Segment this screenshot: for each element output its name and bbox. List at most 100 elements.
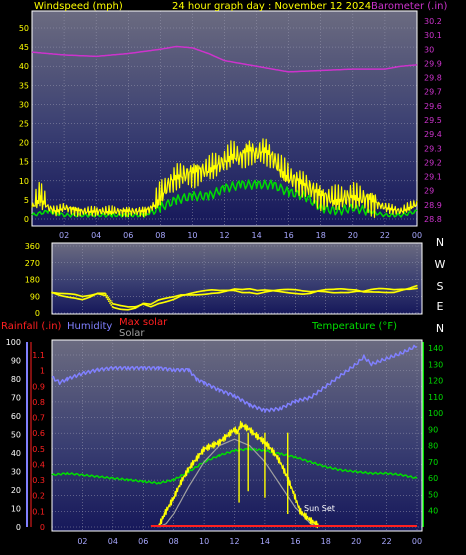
x-tick-label: 20 — [351, 537, 361, 546]
rainfall-tick-label: 0.7 — [32, 414, 45, 423]
x-tick-label: 20 — [348, 231, 358, 240]
wind-tick-label: 0 — [24, 215, 29, 224]
temperature-tick-label: 80 — [428, 442, 438, 451]
rainfall-tick-label: 0.8 — [32, 398, 45, 407]
wind-tick-label: 35 — [19, 81, 29, 90]
direction-point — [110, 304, 113, 306]
sunset-annotation: Sun Set — [304, 504, 335, 513]
rainfall-tick-label: 0.1 — [32, 507, 45, 516]
barometer-tick-label: 30.1 — [424, 31, 442, 40]
wind-tick-label: 25 — [19, 120, 29, 129]
chart-title: 24 hour graph day : November 12 2024 — [172, 1, 371, 12]
direction-tick-label: 270 — [25, 259, 40, 268]
x-tick-label: 08 — [155, 231, 165, 240]
x-tick-label: 02 — [59, 231, 69, 240]
direction-point — [105, 296, 108, 299]
direction-tick-label: 180 — [25, 276, 40, 285]
direction-point — [107, 296, 110, 299]
max-solar-label: Max solar — [119, 317, 168, 328]
rainfall-tick-label: 0.6 — [32, 429, 45, 438]
x-tick-label: 12 — [219, 231, 229, 240]
direction-point — [106, 294, 108, 297]
temperature-tick-label: 110 — [428, 393, 443, 402]
humidity-tick-label: 80 — [11, 375, 21, 384]
x-tick-label: 04 — [91, 231, 101, 240]
direction-point — [108, 298, 111, 300]
barometer-tick-label: 29.5 — [424, 116, 442, 125]
barometer-tick-label: 29.8 — [424, 74, 442, 83]
barometer-tick-label: 29.3 — [424, 144, 442, 153]
humidity-tick-label: 10 — [11, 505, 21, 514]
x-tick-label: 22 — [380, 231, 390, 240]
wind-tick-label: 15 — [19, 158, 29, 167]
barometer-tick-label: 28.8 — [424, 215, 442, 224]
barometer-tick-label: 29.4 — [424, 130, 442, 139]
direction-tick-label: 360 — [25, 242, 40, 251]
humidity-tick-label: 70 — [11, 394, 21, 403]
x-tick-label: 14 — [251, 231, 261, 240]
wind-tick-label: 45 — [19, 43, 29, 52]
wind-tick-label: 40 — [19, 62, 29, 71]
barometer-tick-label: 29.9 — [424, 59, 442, 68]
temperature-tick-label: 130 — [428, 360, 443, 369]
x-tick-label: 10 — [199, 537, 209, 546]
compass-label: S — [437, 280, 444, 293]
x-tick-label: 18 — [316, 231, 326, 240]
barometer-tick-label: 28.9 — [424, 201, 442, 210]
rainfall-tick-label: 0.9 — [32, 382, 45, 391]
rainfall-tick-label: 0 — [40, 523, 45, 532]
wind-tick-label: 10 — [19, 177, 29, 186]
direction-point — [109, 300, 112, 302]
rainfall-tick-label: 0.3 — [32, 476, 45, 485]
rainfall-axis-label: Rainfall (.in) — [1, 321, 62, 332]
barometer-tick-label: 30 — [424, 45, 434, 54]
direction-point — [109, 302, 111, 304]
x-tick-label: 18 — [321, 537, 331, 546]
direction-point — [104, 294, 107, 297]
x-tick-label: 04 — [108, 537, 118, 546]
x-tick-label: 06 — [123, 231, 133, 240]
direction-point — [108, 300, 110, 302]
temperature-tick-label: 90 — [428, 425, 438, 434]
x-tick-label: 02 — [77, 537, 87, 546]
wind-tick-label: 30 — [19, 100, 29, 109]
barometer-tick-label: 29.7 — [424, 88, 442, 97]
wind-tick-label: 50 — [19, 24, 29, 33]
windspeed-axis-label: Windspeed (mph) — [34, 1, 123, 12]
barometer-tick-label: 29.1 — [424, 173, 442, 182]
humidity-tick-label: 100 — [6, 338, 21, 347]
direction-tick-label: 0 — [35, 309, 40, 318]
humidity-tick-label: 50 — [11, 431, 21, 440]
x-tick-label: 00 — [412, 537, 422, 546]
humidity-axis-label: Humidity — [67, 321, 112, 332]
compass-label: E — [437, 300, 444, 313]
temperature-tick-label: 120 — [428, 377, 443, 386]
direction-point — [105, 293, 107, 295]
barometer-axis-label: Barometer (.in) — [371, 1, 447, 12]
barometer-tick-label: 30.2 — [424, 17, 442, 26]
temperature-tick-label: 100 — [428, 409, 443, 418]
rainfall-tick-label: 0.4 — [32, 460, 45, 469]
humidity-tick-label: 30 — [11, 468, 21, 477]
compass-label: W — [435, 258, 446, 271]
humidity-tick-label: 40 — [11, 449, 21, 458]
rainfall-tick-label: 1 — [40, 367, 45, 376]
x-tick-label: 22 — [381, 537, 391, 546]
temperature-tick-label: 50 — [428, 490, 438, 499]
direction-point — [106, 298, 109, 301]
humidity-tick-label: 90 — [11, 357, 21, 366]
x-tick-label: 16 — [284, 231, 294, 240]
rainfall-tick-label: 1.1 — [32, 351, 45, 360]
x-tick-label: 16 — [290, 537, 300, 546]
direction-panel — [52, 243, 422, 314]
temperature-tick-label: 70 — [428, 458, 438, 467]
weather-graph: 02 04 06 08 10 12 14 16 18 20 22 00 0 5 10 15 20 25 30 35 40… — [0, 0, 466, 555]
x-tick-label: 10 — [187, 231, 197, 240]
temperature-tick-label: 40 — [428, 507, 438, 516]
temperature-tick-label: 60 — [428, 474, 438, 483]
chart-canvas: 02 04 06 08 10 12 14 16 18 20 22 000510152025303540… — [1, 1, 447, 546]
x-tick-label: 08 — [169, 537, 179, 546]
compass-label: N — [436, 322, 444, 335]
solar-label: Solar — [119, 328, 145, 339]
x-tick-label: 00 — [412, 231, 422, 240]
